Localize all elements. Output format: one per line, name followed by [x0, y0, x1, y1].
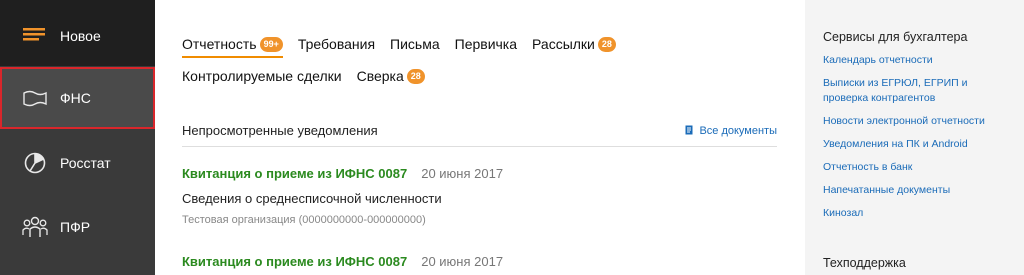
- sidebar-item-pfr[interactable]: ПФР: [0, 196, 155, 257]
- tab-otchetnost[interactable]: Отчетность 99+: [182, 36, 283, 58]
- sidebar-item-label: ПФР: [60, 218, 91, 235]
- notice-organization: Тестовая организация (0000000000-0000000…: [182, 214, 426, 226]
- notice-title-link[interactable]: Квитанция о приеме из ИФНС 0087: [182, 166, 407, 181]
- link-kinozal[interactable]: Кинозал: [823, 206, 1013, 221]
- count-badge: 28: [406, 68, 425, 84]
- all-documents-label: Все документы: [699, 124, 777, 137]
- count-badge: 28: [597, 36, 616, 52]
- notice-item: Квитанция о приеме из ИФНС 0087 20 июня …: [182, 166, 503, 226]
- services-panel: Сервисы для бухгалтера Календарь отчетно…: [805, 0, 1024, 275]
- link-news[interactable]: Новости электронной отчетности: [823, 114, 1013, 129]
- people-icon: [22, 214, 48, 240]
- tab-label: Первичка: [454, 36, 518, 52]
- notice-title-link[interactable]: Квитанция о приеме из ИФНС 0087: [182, 254, 407, 269]
- section-title: Непросмотренные уведомления: [182, 123, 378, 138]
- services-links: Календарь отчетности Выписки из ЕГРЮЛ, Е…: [823, 53, 1013, 229]
- notices-header: Непросмотренные уведомления Все документ…: [182, 123, 777, 138]
- sidebar-item-label: Росстат: [60, 154, 111, 171]
- notice-subject: Сведения о среднесписочной численности: [182, 191, 442, 206]
- document-icon: [685, 125, 694, 136]
- tab-sverka[interactable]: Сверка 28: [357, 68, 425, 84]
- link-calendar[interactable]: Календарь отчетности: [823, 53, 1013, 68]
- tab-label: Требования: [297, 36, 376, 52]
- tab-pisma[interactable]: Письма: [390, 36, 440, 52]
- tab-pervichka[interactable]: Первичка: [455, 36, 517, 52]
- tabs-row-2: Контролируемые сделки Сверка 28: [182, 68, 440, 84]
- link-printed-docs[interactable]: Напечатанные документы: [823, 183, 1013, 198]
- main-content: Отчетность 99+ Требования Письма Первичк…: [155, 0, 805, 275]
- tab-label: Контролируемые сделки: [182, 68, 342, 84]
- tab-kontroliruemye-sdelki[interactable]: Контролируемые сделки: [182, 68, 342, 84]
- tab-label: Рассылки: [532, 36, 595, 52]
- sidebar-item-fns[interactable]: ФНС: [0, 67, 155, 129]
- sidebar-item-label: ФНС: [60, 90, 91, 106]
- sidebar-item-label: Новое: [60, 27, 101, 44]
- sidebar: Новое ФНС Росстат ПФР: [0, 0, 155, 275]
- flag-icon: [22, 85, 48, 111]
- notice-date: 20 июня 2017: [421, 254, 504, 269]
- support-title: Техподдержка: [823, 256, 906, 270]
- notice-item: Квитанция о приеме из ИФНС 0087 20 июня …: [182, 254, 503, 269]
- tab-label: Письма: [390, 36, 440, 52]
- link-notifications-app[interactable]: Уведомления на ПК и Android: [823, 137, 1013, 152]
- sidebar-item-rosstat[interactable]: Росстат: [0, 132, 155, 193]
- tab-trebovaniya[interactable]: Требования: [298, 36, 375, 52]
- link-bank-reporting[interactable]: Отчетность в банк: [823, 160, 1013, 175]
- tab-label: Отчетность: [182, 36, 257, 52]
- notice-header: Квитанция о приеме из ИФНС 0087 20 июня …: [182, 166, 503, 181]
- services-title: Сервисы для бухгалтера: [823, 30, 968, 44]
- notice-date: 20 июня 2017: [421, 166, 504, 181]
- all-documents-link[interactable]: Все документы: [685, 125, 777, 137]
- sidebar-item-novoe[interactable]: Новое: [0, 5, 155, 66]
- count-badge: 99+: [259, 36, 283, 52]
- notice-header: Квитанция о приеме из ИФНС 0087 20 июня …: [182, 254, 503, 269]
- divider: [182, 146, 777, 147]
- lines-icon: [22, 23, 48, 49]
- link-egrul-extracts[interactable]: Выписки из ЕГРЮЛ, ЕГРИП и проверка контр…: [823, 76, 1013, 106]
- tabs-row-1: Отчетность 99+ Требования Письма Первичк…: [182, 30, 631, 58]
- tab-rassylki[interactable]: Рассылки 28: [532, 36, 616, 52]
- pie-chart-icon: [22, 150, 48, 176]
- tab-label: Сверка: [356, 68, 404, 84]
